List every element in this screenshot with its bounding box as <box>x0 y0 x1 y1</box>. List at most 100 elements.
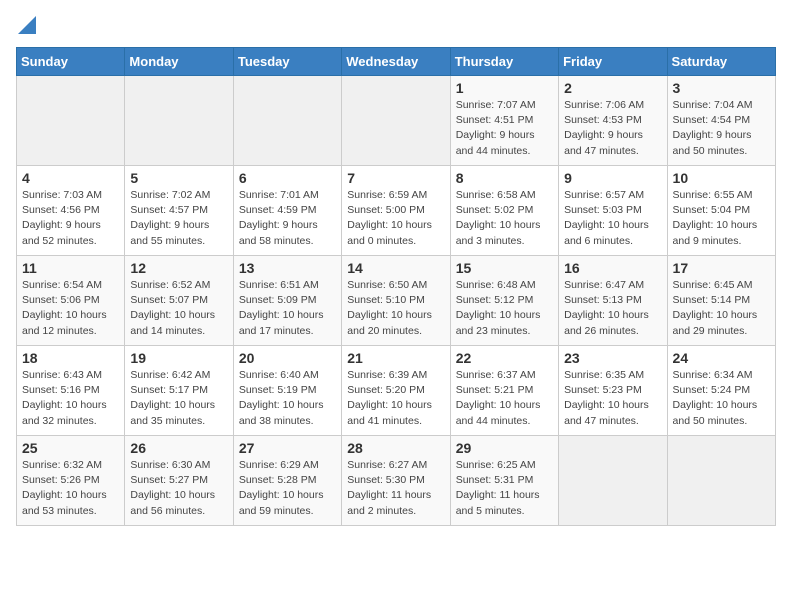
calendar-day-cell: 20 Sunrise: 6:40 AMSunset: 5:19 PMDaylig… <box>233 346 341 436</box>
day-info: Sunrise: 6:48 AMSunset: 5:12 PMDaylight:… <box>456 279 541 337</box>
calendar-day-cell <box>559 436 667 526</box>
calendar-day-cell <box>125 76 233 166</box>
day-info: Sunrise: 6:39 AMSunset: 5:20 PMDaylight:… <box>347 369 432 427</box>
calendar-day-cell: 22 Sunrise: 6:37 AMSunset: 5:21 PMDaylig… <box>450 346 558 436</box>
day-number: 23 <box>564 350 661 366</box>
calendar-day-cell: 2 Sunrise: 7:06 AMSunset: 4:53 PMDayligh… <box>559 76 667 166</box>
day-number: 26 <box>130 440 227 456</box>
calendar-table: SundayMondayTuesdayWednesdayThursdayFrid… <box>16 47 776 526</box>
day-info: Sunrise: 6:52 AMSunset: 5:07 PMDaylight:… <box>130 279 215 337</box>
calendar-day-cell <box>342 76 450 166</box>
calendar-day-cell: 26 Sunrise: 6:30 AMSunset: 5:27 PMDaylig… <box>125 436 233 526</box>
calendar-day-cell: 3 Sunrise: 7:04 AMSunset: 4:54 PMDayligh… <box>667 76 775 166</box>
weekday-header-cell: Sunday <box>17 48 125 76</box>
day-info: Sunrise: 7:03 AMSunset: 4:56 PMDaylight:… <box>22 189 102 247</box>
day-info: Sunrise: 6:43 AMSunset: 5:16 PMDaylight:… <box>22 369 107 427</box>
calendar-day-cell: 9 Sunrise: 6:57 AMSunset: 5:03 PMDayligh… <box>559 166 667 256</box>
day-number: 4 <box>22 170 119 186</box>
day-info: Sunrise: 6:25 AMSunset: 5:31 PMDaylight:… <box>456 459 540 517</box>
calendar-day-cell: 14 Sunrise: 6:50 AMSunset: 5:10 PMDaylig… <box>342 256 450 346</box>
calendar-day-cell: 29 Sunrise: 6:25 AMSunset: 5:31 PMDaylig… <box>450 436 558 526</box>
day-info: Sunrise: 6:59 AMSunset: 5:00 PMDaylight:… <box>347 189 432 247</box>
day-number: 11 <box>22 260 119 276</box>
calendar-day-cell: 10 Sunrise: 6:55 AMSunset: 5:04 PMDaylig… <box>667 166 775 256</box>
day-info: Sunrise: 7:07 AMSunset: 4:51 PMDaylight:… <box>456 99 536 157</box>
day-number: 27 <box>239 440 336 456</box>
day-info: Sunrise: 6:40 AMSunset: 5:19 PMDaylight:… <box>239 369 324 427</box>
day-number: 29 <box>456 440 553 456</box>
day-number: 2 <box>564 80 661 96</box>
day-info: Sunrise: 6:47 AMSunset: 5:13 PMDaylight:… <box>564 279 649 337</box>
day-info: Sunrise: 6:29 AMSunset: 5:28 PMDaylight:… <box>239 459 324 517</box>
calendar-day-cell: 16 Sunrise: 6:47 AMSunset: 5:13 PMDaylig… <box>559 256 667 346</box>
day-number: 15 <box>456 260 553 276</box>
weekday-header-cell: Wednesday <box>342 48 450 76</box>
calendar-day-cell: 24 Sunrise: 6:34 AMSunset: 5:24 PMDaylig… <box>667 346 775 436</box>
day-number: 21 <box>347 350 444 366</box>
calendar-week-row: 25 Sunrise: 6:32 AMSunset: 5:26 PMDaylig… <box>17 436 776 526</box>
day-number: 10 <box>673 170 770 186</box>
calendar-day-cell: 11 Sunrise: 6:54 AMSunset: 5:06 PMDaylig… <box>17 256 125 346</box>
day-info: Sunrise: 6:58 AMSunset: 5:02 PMDaylight:… <box>456 189 541 247</box>
day-number: 12 <box>130 260 227 276</box>
calendar-day-cell: 18 Sunrise: 6:43 AMSunset: 5:16 PMDaylig… <box>17 346 125 436</box>
day-info: Sunrise: 6:42 AMSunset: 5:17 PMDaylight:… <box>130 369 215 427</box>
calendar-day-cell: 19 Sunrise: 6:42 AMSunset: 5:17 PMDaylig… <box>125 346 233 436</box>
day-info: Sunrise: 6:27 AMSunset: 5:30 PMDaylight:… <box>347 459 431 517</box>
day-number: 6 <box>239 170 336 186</box>
day-number: 24 <box>673 350 770 366</box>
day-number: 1 <box>456 80 553 96</box>
day-number: 5 <box>130 170 227 186</box>
calendar-week-row: 4 Sunrise: 7:03 AMSunset: 4:56 PMDayligh… <box>17 166 776 256</box>
calendar-day-cell: 27 Sunrise: 6:29 AMSunset: 5:28 PMDaylig… <box>233 436 341 526</box>
calendar-day-cell: 23 Sunrise: 6:35 AMSunset: 5:23 PMDaylig… <box>559 346 667 436</box>
day-number: 14 <box>347 260 444 276</box>
calendar-day-cell: 25 Sunrise: 6:32 AMSunset: 5:26 PMDaylig… <box>17 436 125 526</box>
calendar-day-cell: 6 Sunrise: 7:01 AMSunset: 4:59 PMDayligh… <box>233 166 341 256</box>
day-number: 16 <box>564 260 661 276</box>
calendar-day-cell: 21 Sunrise: 6:39 AMSunset: 5:20 PMDaylig… <box>342 346 450 436</box>
day-number: 18 <box>22 350 119 366</box>
calendar-day-cell <box>17 76 125 166</box>
day-info: Sunrise: 6:35 AMSunset: 5:23 PMDaylight:… <box>564 369 649 427</box>
weekday-header-cell: Friday <box>559 48 667 76</box>
day-number: 20 <box>239 350 336 366</box>
weekday-header-cell: Saturday <box>667 48 775 76</box>
calendar-day-cell: 5 Sunrise: 7:02 AMSunset: 4:57 PMDayligh… <box>125 166 233 256</box>
logo <box>16 16 36 39</box>
day-info: Sunrise: 6:57 AMSunset: 5:03 PMDaylight:… <box>564 189 649 247</box>
calendar-week-row: 11 Sunrise: 6:54 AMSunset: 5:06 PMDaylig… <box>17 256 776 346</box>
day-info: Sunrise: 7:04 AMSunset: 4:54 PMDaylight:… <box>673 99 753 157</box>
calendar-day-cell: 12 Sunrise: 6:52 AMSunset: 5:07 PMDaylig… <box>125 256 233 346</box>
day-info: Sunrise: 6:45 AMSunset: 5:14 PMDaylight:… <box>673 279 758 337</box>
calendar-day-cell: 4 Sunrise: 7:03 AMSunset: 4:56 PMDayligh… <box>17 166 125 256</box>
calendar-day-cell: 8 Sunrise: 6:58 AMSunset: 5:02 PMDayligh… <box>450 166 558 256</box>
weekday-header-cell: Tuesday <box>233 48 341 76</box>
calendar-day-cell: 1 Sunrise: 7:07 AMSunset: 4:51 PMDayligh… <box>450 76 558 166</box>
day-info: Sunrise: 6:54 AMSunset: 5:06 PMDaylight:… <box>22 279 107 337</box>
calendar-day-cell: 7 Sunrise: 6:59 AMSunset: 5:00 PMDayligh… <box>342 166 450 256</box>
calendar-day-cell: 28 Sunrise: 6:27 AMSunset: 5:30 PMDaylig… <box>342 436 450 526</box>
day-number: 19 <box>130 350 227 366</box>
day-number: 13 <box>239 260 336 276</box>
day-info: Sunrise: 6:34 AMSunset: 5:24 PMDaylight:… <box>673 369 758 427</box>
weekday-header-row: SundayMondayTuesdayWednesdayThursdayFrid… <box>17 48 776 76</box>
day-info: Sunrise: 7:02 AMSunset: 4:57 PMDaylight:… <box>130 189 210 247</box>
day-number: 28 <box>347 440 444 456</box>
logo-triangle-icon <box>18 16 36 34</box>
day-number: 3 <box>673 80 770 96</box>
day-number: 7 <box>347 170 444 186</box>
day-info: Sunrise: 6:37 AMSunset: 5:21 PMDaylight:… <box>456 369 541 427</box>
day-info: Sunrise: 6:50 AMSunset: 5:10 PMDaylight:… <box>347 279 432 337</box>
day-info: Sunrise: 7:06 AMSunset: 4:53 PMDaylight:… <box>564 99 644 157</box>
day-number: 8 <box>456 170 553 186</box>
calendar-day-cell: 15 Sunrise: 6:48 AMSunset: 5:12 PMDaylig… <box>450 256 558 346</box>
calendar-day-cell <box>233 76 341 166</box>
day-info: Sunrise: 6:30 AMSunset: 5:27 PMDaylight:… <box>130 459 215 517</box>
calendar-day-cell: 13 Sunrise: 6:51 AMSunset: 5:09 PMDaylig… <box>233 256 341 346</box>
day-number: 25 <box>22 440 119 456</box>
day-info: Sunrise: 6:32 AMSunset: 5:26 PMDaylight:… <box>22 459 107 517</box>
header-area <box>16 16 776 39</box>
calendar-body: 1 Sunrise: 7:07 AMSunset: 4:51 PMDayligh… <box>17 76 776 526</box>
day-info: Sunrise: 7:01 AMSunset: 4:59 PMDaylight:… <box>239 189 319 247</box>
